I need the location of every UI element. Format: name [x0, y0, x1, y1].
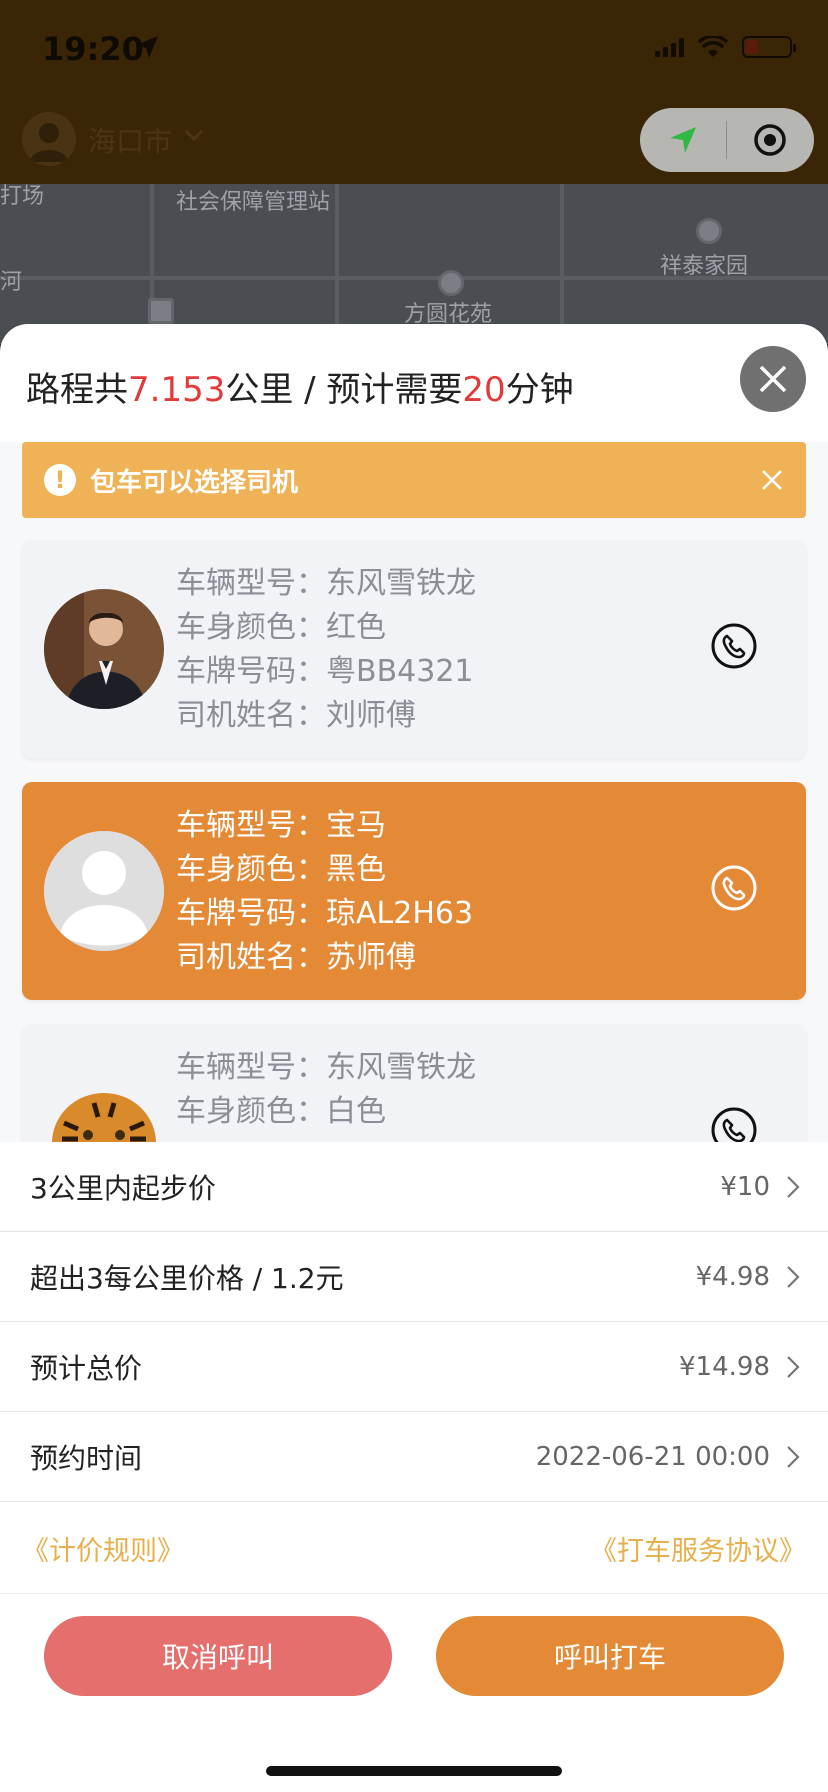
notice-close-icon[interactable]	[760, 468, 784, 492]
miniprogram-capsule	[640, 108, 814, 172]
driver-avatar	[44, 589, 164, 709]
status-time: 19:20	[42, 30, 144, 68]
driver-card-selected[interactable]: 车辆型号：宝马 车身颜色：黑色 车牌号码：琼AL2H63 司机姓名：苏师傅	[22, 782, 806, 1000]
driver-card[interactable]: 车辆型号：东风雪铁龙 车身颜色：白色	[22, 1024, 806, 1142]
fee-label: 3公里内起步价	[30, 1171, 216, 1205]
vehicle-model: 东风雪铁龙	[326, 1050, 476, 1085]
fee-row-total[interactable]: 预计总价 ¥14.98	[0, 1322, 828, 1412]
city-selector[interactable]: 海口市	[88, 120, 172, 160]
capsule-close-button[interactable]	[727, 108, 813, 172]
status-icons	[655, 36, 796, 58]
service-agreement-link[interactable]: 《打车服务协议》	[590, 1529, 806, 1568]
map-poi-icon	[148, 298, 174, 324]
fee-label: 预计总价	[30, 1351, 143, 1385]
notice-text: 包车可以选择司机	[90, 467, 299, 498]
warning-icon: !	[44, 464, 76, 496]
map-view[interactable]: 打场 社会保障管理站 祥泰家园 河 方圆花苑	[0, 184, 828, 344]
chevron-down-icon	[184, 129, 204, 142]
driver-avatar	[44, 1073, 164, 1142]
vehicle-model: 东风雪铁龙	[326, 566, 476, 601]
chevron-right-icon	[787, 1355, 800, 1378]
target-icon	[754, 124, 786, 156]
license-plate: 粤BB4321	[326, 654, 474, 689]
vehicle-color: 黑色	[326, 852, 386, 887]
fee-value: ¥10	[720, 1171, 770, 1202]
fee-label: 预约时间	[30, 1441, 143, 1475]
route-minutes: 20	[462, 370, 506, 410]
fee-list: 3公里内起步价 ¥10 超出3每公里价格 / 1.2元 ¥4.98 预计总价 ¥…	[0, 1142, 828, 1502]
locate-button[interactable]	[640, 108, 726, 172]
map-label: 打场	[0, 184, 45, 209]
close-icon	[759, 365, 787, 393]
phone-icon[interactable]	[710, 1106, 758, 1142]
vehicle-model: 宝马	[326, 808, 386, 843]
cellular-signal-icon	[655, 37, 684, 57]
fee-row-per-km[interactable]: 超出3每公里价格 / 1.2元 ¥4.98	[0, 1232, 828, 1322]
license-plate: 琼AL2H63	[326, 896, 474, 931]
call-taxi-button[interactable]: 呼叫打车	[436, 1616, 784, 1696]
route-distance: 7.153	[128, 370, 226, 410]
route-summary: 路程共7.153公里 / 预计需要20分钟	[26, 370, 574, 410]
phone-icon[interactable]	[710, 864, 758, 912]
map-label: 祥泰家园	[660, 254, 749, 279]
driver-info: 车辆型号：东风雪铁龙 车身颜色：红色 车牌号码：粤BB4321 司机姓名：刘师傅	[176, 566, 476, 733]
map-poi-icon	[438, 270, 464, 296]
fee-value: 2022-06-21 00:00	[535, 1441, 770, 1472]
vehicle-color: 白色	[326, 1094, 386, 1129]
battery-icon	[742, 36, 796, 58]
fee-value: ¥4.98	[695, 1261, 770, 1292]
fee-label: 超出3每公里价格 / 1.2元	[30, 1261, 344, 1295]
chevron-right-icon	[787, 1265, 800, 1288]
fee-row-base-price[interactable]: 3公里内起步价 ¥10	[0, 1142, 828, 1232]
driver-info: 车辆型号：东风雪铁龙 车身颜色：白色	[176, 1050, 476, 1129]
fee-row-appointment-time[interactable]: 预约时间 2022-06-21 00:00	[0, 1412, 828, 1502]
close-sheet-button[interactable]	[740, 346, 806, 412]
cancel-call-button[interactable]: 取消呼叫	[44, 1616, 392, 1696]
wifi-icon	[698, 36, 728, 57]
ride-sheet: 路程共7.153公里 / 预计需要20分钟 ! 包车可以选择司机 车辆型号：东风…	[0, 324, 828, 1792]
driver-avatar-placeholder	[44, 831, 164, 951]
navigation-arrow-icon	[670, 127, 696, 153]
map-label: 社会保障管理站	[176, 190, 331, 215]
driver-info: 车辆型号：宝马 车身颜色：黑色 车牌号码：琼AL2H63 司机姓名：苏师傅	[176, 808, 474, 975]
action-bar: 取消呼叫 呼叫打车	[0, 1604, 828, 1734]
home-indicator	[266, 1766, 562, 1776]
chevron-right-icon	[787, 1445, 800, 1468]
phone-icon[interactable]	[710, 622, 758, 670]
user-avatar[interactable]	[22, 112, 76, 166]
pricing-rules-link[interactable]: 《计价规则》	[22, 1529, 184, 1568]
driver-name: 刘师傅	[326, 698, 416, 733]
map-poi-icon	[696, 218, 722, 244]
driver-card[interactable]: 车辆型号：东风雪铁龙 车身颜色：红色 车牌号码：粤BB4321 司机姓名：刘师傅	[22, 540, 806, 758]
location-arrow-icon	[136, 36, 158, 58]
driver-list[interactable]: ! 包车可以选择司机 车辆型号：东风雪铁龙 车身颜色：红色 车牌号码：粤BB43…	[0, 442, 828, 1142]
policy-links: 《计价规则》 《打车服务协议》	[0, 1504, 828, 1594]
vehicle-color: 红色	[326, 610, 386, 645]
notice-banner: ! 包车可以选择司机	[22, 442, 806, 518]
map-label: 河	[0, 270, 23, 295]
fee-value: ¥14.98	[679, 1351, 770, 1382]
chevron-right-icon	[787, 1175, 800, 1198]
driver-name: 苏师傅	[326, 940, 416, 975]
